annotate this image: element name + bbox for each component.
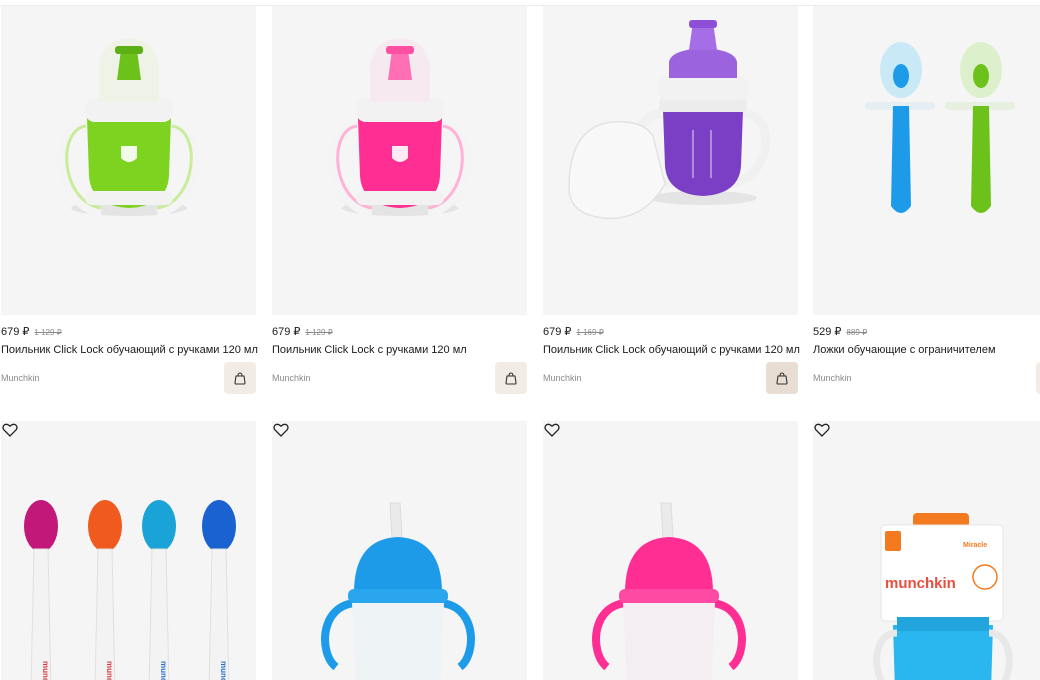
product-image[interactable] (272, 421, 527, 680)
heart-icon[interactable] (1, 421, 19, 439)
price-block: 529 ₽ 889 ₽ (813, 325, 867, 338)
product-title[interactable]: Поильник Click Lock обучающий с ручками … (1, 344, 258, 356)
current-price: 679 ₽ (543, 326, 572, 338)
shopping-bag-icon (234, 372, 246, 385)
spoon-brand-text: munchkin (159, 661, 168, 680)
old-price: 1 129 ₽ (34, 328, 62, 337)
current-price: 529 ₽ (813, 326, 842, 338)
old-price: 1 169 ₽ (576, 328, 604, 337)
add-to-cart-button[interactable] (495, 362, 527, 394)
add-to-cart-button[interactable] (766, 362, 798, 394)
product-title[interactable]: Ложки обучающие с ограничителем (813, 344, 996, 356)
product-title[interactable]: Поильник Click Lock обучающий с ручками … (543, 344, 800, 356)
product-image[interactable] (543, 6, 798, 315)
colored-spoons-image: munchkin munchkin munchkin munchkin (24, 500, 236, 680)
pink-straw-cup-image (592, 502, 746, 680)
product-brand: Munchkin (813, 373, 852, 383)
product-image[interactable] (543, 421, 798, 680)
add-to-cart-button[interactable] (1036, 362, 1040, 394)
product-image[interactable]: munchkin munchkin munchkin munchkin (1, 421, 256, 680)
shopping-bag-icon (776, 372, 788, 385)
heart-icon[interactable] (272, 421, 290, 439)
spoon-brand-text: munchkin (105, 661, 114, 680)
old-price: 1 129 ₽ (305, 328, 333, 337)
package-brand-text: munchkin (885, 575, 956, 592)
current-price: 679 ₽ (272, 326, 301, 338)
price-block: 679 ₽ 1 169 ₽ (543, 325, 604, 338)
product-image[interactable] (272, 6, 527, 315)
heart-icon[interactable] (543, 421, 561, 439)
product-image[interactable] (1, 6, 256, 315)
product-image[interactable]: munchkin Miracle (813, 421, 1040, 680)
current-price: 679 ₽ (1, 326, 30, 338)
product-brand: Munchkin (272, 373, 311, 383)
product-image[interactable] (813, 6, 1040, 315)
miracle-cup-package-image: munchkin Miracle (873, 513, 1013, 680)
heart-icon[interactable] (813, 421, 831, 439)
product-title[interactable]: Поильник Click Lock с ручками 120 мл (272, 344, 467, 356)
spoon-brand-text: munchkin (219, 661, 228, 680)
price-block: 679 ₽ 1 129 ₽ (272, 325, 333, 338)
add-to-cart-button[interactable] (224, 362, 256, 394)
price-block: 679 ₽ 1 129 ₽ (1, 325, 62, 338)
pink-sippy-cup-image (329, 38, 471, 217)
shopping-bag-icon (505, 372, 517, 385)
product-brand: Munchkin (543, 373, 582, 383)
package-product-text: Miracle (963, 542, 987, 549)
blue-straw-cup-image (321, 502, 475, 680)
old-price: 889 ₽ (846, 328, 868, 337)
product-brand: Munchkin (1, 373, 40, 383)
green-sippy-cup-image (58, 38, 200, 217)
spoon-brand-text: munchkin (41, 661, 50, 680)
training-spoons-image (865, 42, 1015, 213)
purple-sippy-cup-image (568, 20, 771, 220)
